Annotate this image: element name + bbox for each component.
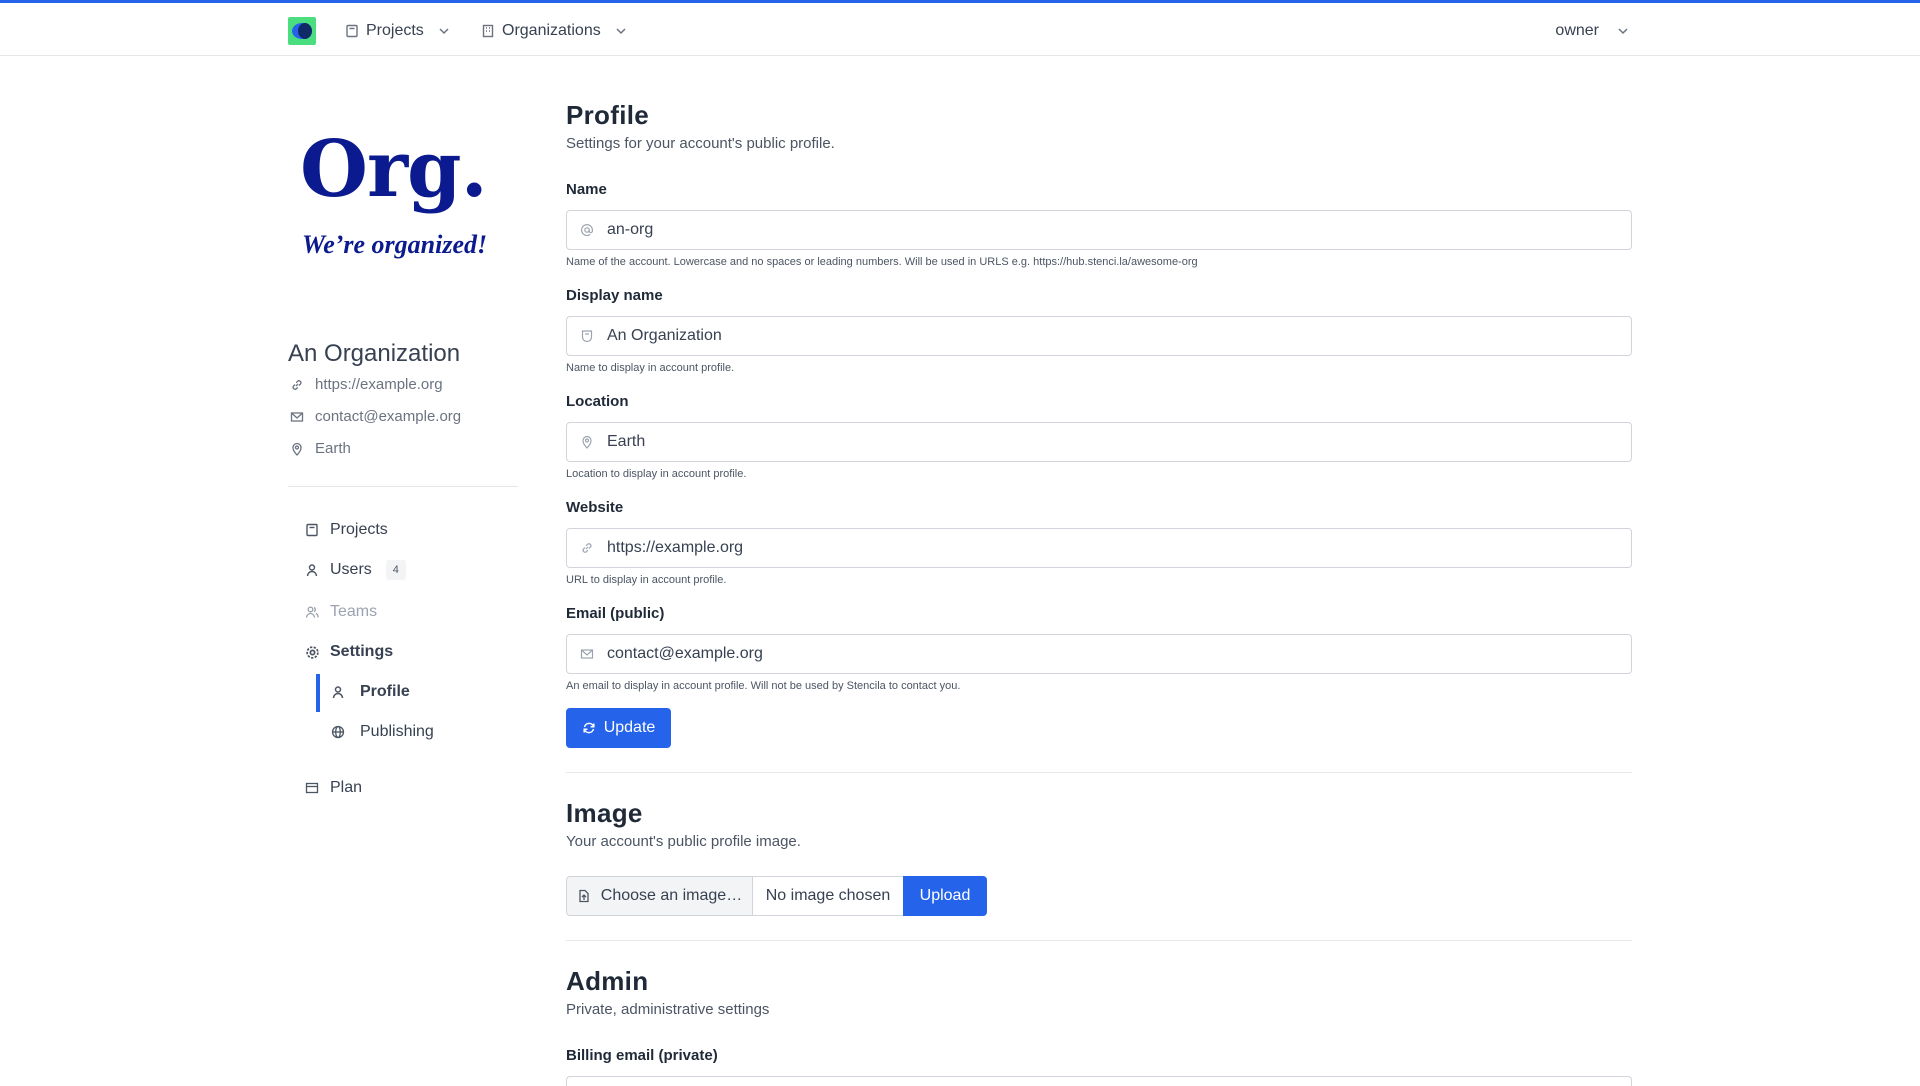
billing-email-label: Billing email (private): [566, 1047, 718, 1064]
display-name-input[interactable]: [607, 327, 1607, 345]
display-name-help-text: Name to display in account profile.: [566, 362, 735, 374]
display-name-label: Display name: [566, 287, 663, 304]
map-pin-icon: [567, 435, 607, 449]
projects-menu[interactable]: Projects: [345, 18, 451, 44]
user-menu-label: owner: [1555, 22, 1599, 39]
sidebar-item-label: Plan: [330, 779, 363, 796]
profile-section-title: Profile: [566, 100, 650, 130]
update-button-label: Update: [603, 719, 656, 736]
id-badge-icon: [567, 329, 607, 343]
email-help-text: An email to display in account profile. …: [566, 680, 961, 692]
book-icon: [304, 523, 320, 537]
link-icon: [567, 541, 607, 555]
organizations-menu-label: Organizations: [502, 22, 601, 39]
name-help-text: Name of the account. Lowercase and no sp…: [566, 256, 1198, 268]
user-icon: [304, 563, 320, 577]
organization-name: An Organization: [288, 340, 461, 367]
chevron-down-icon: [1616, 24, 1630, 38]
mail-icon: [567, 647, 607, 661]
image-section-title: Image: [566, 798, 643, 828]
display-name-field[interactable]: [566, 316, 1632, 356]
name-input[interactable]: [607, 221, 1607, 239]
image-section-description: Your account's public profile image.: [566, 833, 801, 850]
file-upload-icon: [577, 889, 591, 903]
image-upload-group: Choose an image… No image chosen Upload: [566, 876, 987, 916]
location-input[interactable]: [607, 433, 1607, 451]
update-button[interactable]: Update: [566, 708, 671, 748]
users-icon: [304, 605, 320, 619]
sidebar-item-label: Teams: [330, 603, 378, 620]
organization-location: Earth: [288, 440, 351, 457]
globe-icon: [330, 725, 346, 739]
website-input[interactable]: [607, 539, 1607, 557]
profile-section-description: Settings for your account's public profi…: [566, 135, 835, 152]
sidebar-subitem-label: Publishing: [360, 723, 434, 740]
sidebar-divider: [288, 486, 518, 487]
organization-logo: Org. We’re organized!: [288, 124, 518, 274]
map-pin-icon: [288, 442, 306, 456]
sidebar-item-settings[interactable]: Settings: [304, 643, 393, 661]
location-help-text: Location to display in account profile.: [566, 468, 747, 480]
organization-logo-text: Org.: [300, 124, 488, 215]
choose-image-label: Choose an image…: [600, 887, 743, 904]
at-sign-icon: [567, 223, 607, 237]
users-count-badge: 4: [385, 560, 406, 580]
active-subitem-indicator: [316, 674, 320, 712]
credit-card-icon: [304, 781, 320, 795]
organization-location-text: Earth: [315, 440, 351, 457]
user-menu[interactable]: owner: [1555, 18, 1630, 44]
sidebar-subitem-profile[interactable]: Profile: [330, 683, 410, 701]
sidebar-item-projects[interactable]: Projects: [304, 521, 388, 539]
sidebar-item-teams[interactable]: Teams: [304, 603, 377, 621]
projects-menu-label: Projects: [366, 22, 424, 39]
name-label: Name: [566, 181, 607, 198]
organization-logo-tagline: We’re organized!: [302, 230, 488, 259]
chevron-down-icon: [614, 24, 628, 38]
sidebar-item-label: Projects: [330, 521, 388, 538]
upload-button[interactable]: Upload: [903, 876, 987, 916]
file-status: No image chosen: [753, 876, 903, 916]
section-divider: [566, 772, 1632, 773]
email-label: Email (public): [566, 605, 665, 622]
refresh-icon: [582, 721, 596, 735]
sidebar-item-plan[interactable]: Plan: [304, 779, 362, 797]
book-icon: [345, 24, 359, 38]
section-divider: [566, 940, 1632, 941]
admin-section-description: Private, administrative settings: [566, 1001, 770, 1018]
sidebar-item-users[interactable]: Users 4: [304, 560, 406, 580]
name-field[interactable]: [566, 210, 1632, 250]
choose-image-button[interactable]: Choose an image…: [566, 876, 753, 916]
mail-icon: [288, 410, 306, 424]
organizations-menu[interactable]: Organizations: [481, 18, 628, 44]
sidebar-subitem-publishing[interactable]: Publishing: [330, 723, 434, 741]
location-label: Location: [566, 393, 629, 410]
website-help-text: URL to display in account profile.: [566, 574, 727, 586]
admin-section-title: Admin: [566, 966, 649, 996]
organization-email-text: contact@example.org: [315, 408, 462, 425]
sidebar-item-label: Users: [330, 561, 372, 578]
chevron-down-icon: [437, 24, 451, 38]
link-icon: [288, 378, 306, 392]
top-navigation-bar: Projects Organizations owner: [0, 3, 1920, 56]
user-icon: [330, 685, 346, 699]
building-icon: [481, 24, 495, 38]
sidebar-item-label: Settings: [330, 643, 394, 660]
organization-website-text: https://example.org: [315, 376, 443, 393]
sidebar-subitem-label: Profile: [360, 683, 410, 700]
billing-email-field[interactable]: [566, 1076, 1632, 1086]
organization-website[interactable]: https://example.org: [288, 376, 443, 393]
organization-email[interactable]: contact@example.org: [288, 408, 461, 425]
email-input[interactable]: [607, 645, 1607, 663]
location-field[interactable]: [566, 422, 1632, 462]
stencila-logo[interactable]: [288, 17, 316, 45]
gear-icon: [304, 645, 320, 660]
website-label: Website: [566, 499, 624, 516]
email-field[interactable]: [566, 634, 1632, 674]
website-field[interactable]: [566, 528, 1632, 568]
